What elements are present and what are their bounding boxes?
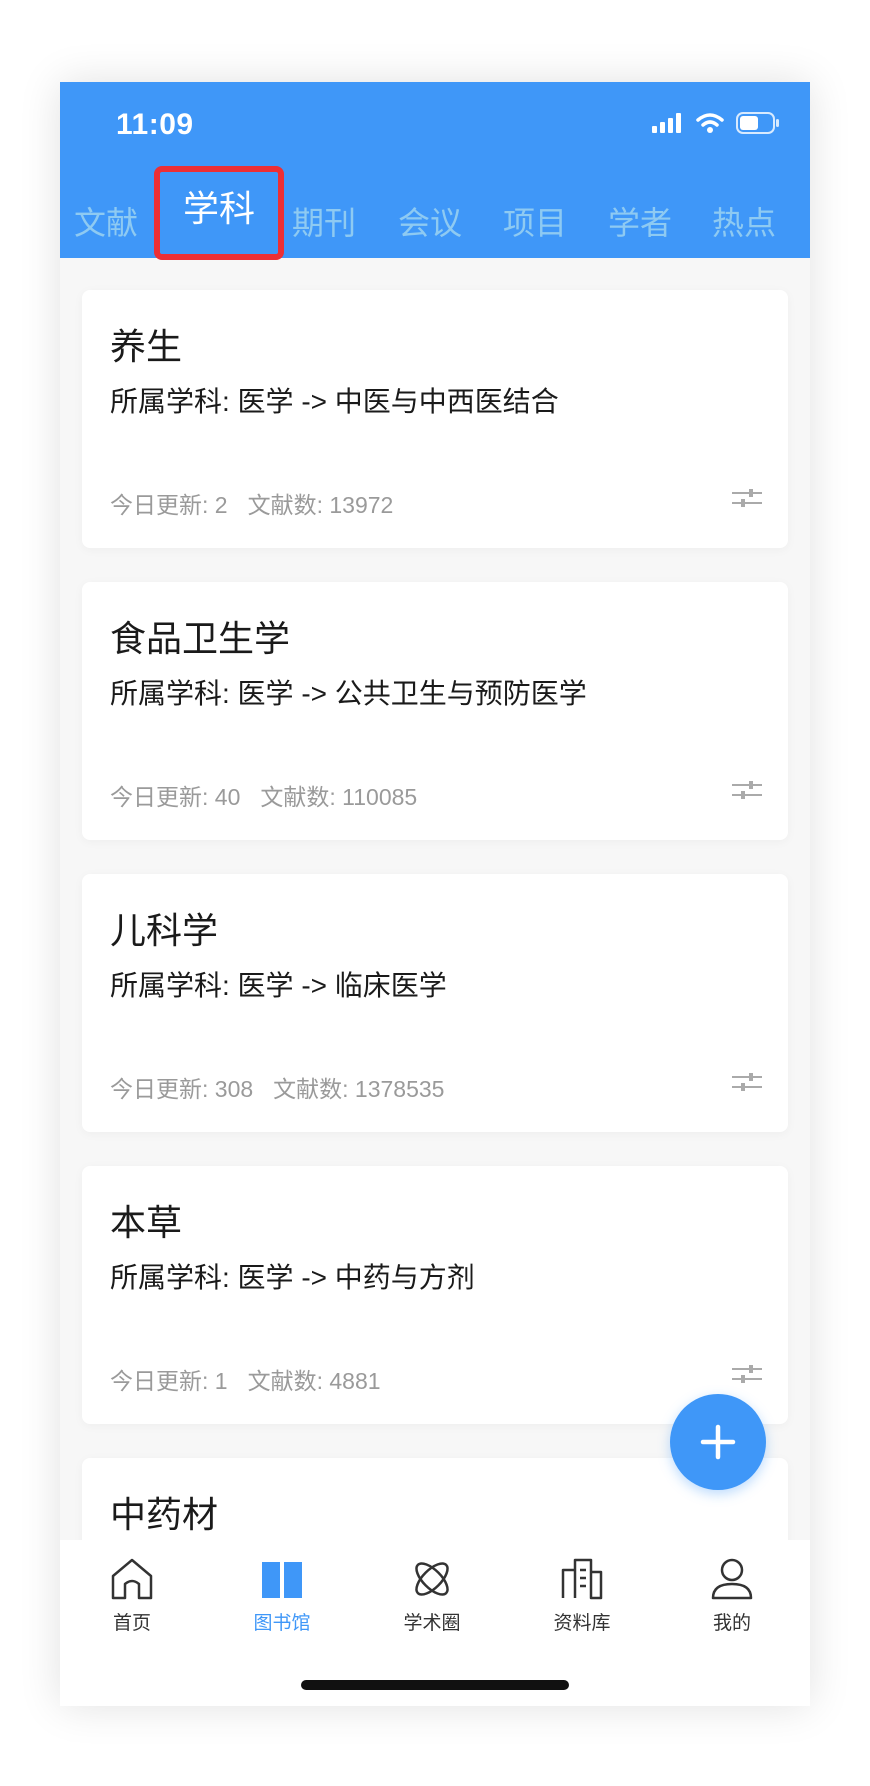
card-meta: 今日更新: 308 文献数: 1378535: [110, 1070, 444, 1104]
tab-conference[interactable]: 会议: [390, 192, 470, 254]
tab-hotspot[interactable]: 热点: [704, 192, 784, 254]
nav-label: 首页: [112, 1613, 151, 1634]
card-subject: 所属学科: 医学 -> 临床医学: [110, 970, 447, 1001]
nav-home[interactable]: 首页: [72, 1556, 192, 1635]
card-title: 儿科学: [110, 910, 219, 951]
building-icon: [561, 1558, 603, 1600]
nav-academic-circle[interactable]: 学术圈: [372, 1556, 492, 1635]
today-update: 今日更新: 1: [110, 1368, 228, 1394]
battery-icon: [736, 112, 780, 139]
subject-card[interactable]: 食品卫生学 所属学科: 医学 -> 公共卫生与预防医学 今日更新: 40 文献数…: [82, 582, 788, 840]
user-icon: [711, 1558, 753, 1600]
status-icons: [652, 112, 780, 139]
tab-scholar[interactable]: 学者: [600, 192, 680, 254]
wifi-icon: [696, 112, 724, 139]
top-header: 11:09 文献 学科 期刊 会议 项目 学者 热点: [60, 82, 810, 260]
card-title: 食品卫生学: [110, 618, 291, 659]
tab-subject[interactable]: 学科: [154, 166, 284, 260]
card-subject: 所属学科: 医学 -> 中药与方剂: [110, 1262, 475, 1293]
card-meta: 今日更新: 2 文献数: 13972: [110, 486, 393, 520]
category-tabs: 文献 学科 期刊 会议 项目 学者 热点: [60, 166, 810, 260]
card-subject: 所属学科: 医学 -> 中医与中西医结合: [110, 386, 559, 417]
tab-journal[interactable]: 期刊: [284, 192, 364, 254]
nav-label: 资料库: [553, 1613, 611, 1634]
today-update: 今日更新: 308: [110, 1076, 254, 1102]
nav-library[interactable]: 图书馆: [222, 1556, 342, 1635]
subject-card[interactable]: 养生 所属学科: 医学 -> 中医与中西医结合 今日更新: 2 文献数: 139…: [82, 290, 788, 548]
card-meta: 今日更新: 40 文献数: 110085: [110, 778, 417, 812]
home-indicator: [301, 1680, 569, 1690]
doc-count: 文献数: 13972: [247, 492, 394, 518]
signal-icon: [652, 113, 684, 138]
tab-literature[interactable]: 文献: [66, 192, 146, 254]
nav-label: 图书馆: [253, 1613, 311, 1634]
filter-icon[interactable]: [732, 1362, 762, 1386]
filter-icon[interactable]: [732, 778, 762, 802]
phone-screen: 11:09 文献 学科 期刊 会议 项目 学者 热点 养生 所属学科: 医学 -…: [60, 82, 810, 1706]
nav-label: 学术圈: [403, 1613, 461, 1634]
atom-icon: [415, 1562, 449, 1596]
card-meta: 今日更新: 1 文献数: 4881: [110, 1362, 381, 1396]
card-subject: 所属学科: 医学 -> 公共卫生与预防医学: [110, 678, 587, 709]
card-title: 本草: [110, 1202, 183, 1243]
doc-count: 文献数: 1378535: [273, 1076, 445, 1102]
subject-card[interactable]: 本草 所属学科: 医学 -> 中药与方剂 今日更新: 1 文献数: 4881: [82, 1166, 788, 1424]
tab-project[interactable]: 项目: [495, 192, 575, 254]
subject-card[interactable]: 儿科学 所属学科: 医学 -> 临床医学 今日更新: 308 文献数: 1378…: [82, 874, 788, 1132]
filter-icon[interactable]: [732, 1070, 762, 1094]
filter-icon[interactable]: [732, 486, 762, 510]
doc-count: 文献数: 4881: [247, 1368, 381, 1394]
plus-icon: [700, 1424, 736, 1460]
nav-label: 我的: [712, 1613, 751, 1634]
status-time: 11:09: [116, 108, 194, 141]
doc-count: 文献数: 110085: [260, 784, 418, 810]
add-button[interactable]: [670, 1394, 766, 1490]
home-icon: [111, 1558, 153, 1600]
card-title: 养生: [110, 326, 183, 367]
today-update: 今日更新: 40: [110, 784, 241, 810]
card-title: 中药材: [110, 1494, 219, 1535]
bottom-nav: 首页 图书馆 学术圈 资料库 我的: [60, 1540, 810, 1706]
book-icon: [262, 1562, 302, 1598]
nav-mine[interactable]: 我的: [672, 1556, 792, 1635]
today-update: 今日更新: 2: [110, 492, 228, 518]
nav-database[interactable]: 资料库: [522, 1556, 642, 1635]
